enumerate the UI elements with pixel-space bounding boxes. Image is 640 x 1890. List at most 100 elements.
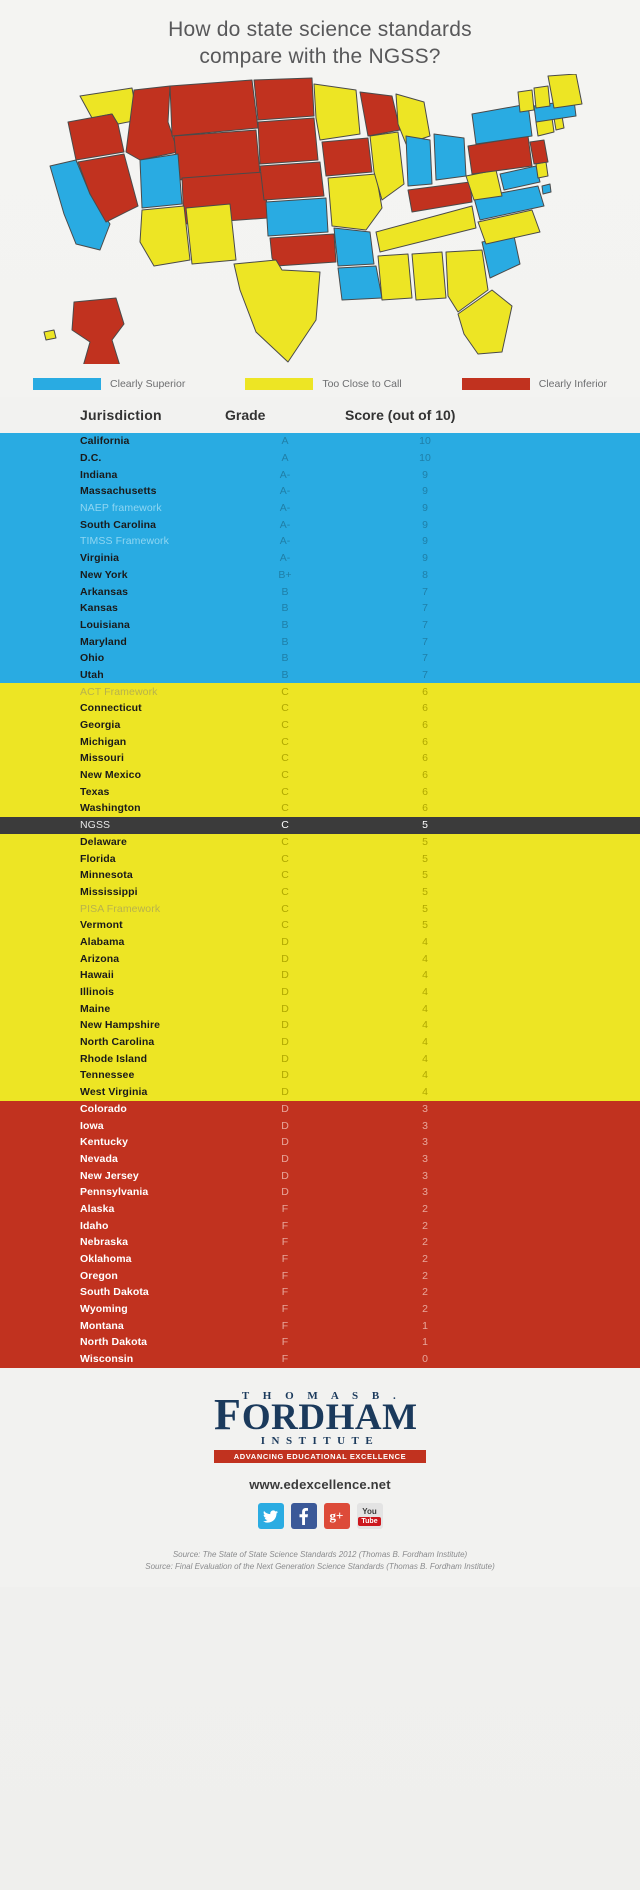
table-row: Kansas B 7 [0,600,640,617]
cell-jurisdiction: Virginia [80,552,120,565]
map-state-tn [375,205,477,253]
table-header-row: Jurisdiction Grade Score (out of 10) [0,397,640,433]
cell-score: 6 [422,802,428,815]
cell-score: 5 [422,819,428,832]
map-state-la [337,265,383,301]
cell-score: 2 [422,1219,428,1232]
cell-grade: A- [279,552,291,565]
facebook-icon[interactable] [290,1503,317,1530]
map-svg [43,74,583,364]
cell-score: 4 [422,1052,428,1065]
cell-grade: F [281,1269,289,1282]
facebook-f-glyph [299,1507,308,1525]
table-row: Minnesota C 5 [0,867,640,884]
cell-score: 6 [422,769,428,782]
cell-jurisdiction: Idaho [80,1219,109,1232]
cell-grade: D [281,952,289,965]
map-state-ak [71,297,125,364]
youtube-icon[interactable]: You Tube [356,1503,383,1530]
cell-jurisdiction: Alaska [80,1202,115,1215]
cell-grade: D [281,1002,289,1015]
map-state-me [547,74,583,109]
google-plus-glyph: g+ [329,1508,344,1524]
map-state-wi [359,91,401,137]
cell-score: 9 [422,468,428,481]
cell-grade: D [281,1186,289,1199]
cell-grade: B [281,602,289,615]
table-row: Connecticut C 6 [0,700,640,717]
cell-jurisdiction: ACT Framework [80,685,158,698]
cell-score: 10 [419,435,431,448]
cell-jurisdiction: Montana [80,1319,124,1332]
cell-score: 5 [422,902,428,915]
cell-jurisdiction: Washington [80,802,141,815]
cell-score: 4 [422,935,428,948]
table-row: Oklahoma F 2 [0,1251,640,1268]
table-row: Alaska F 2 [0,1201,640,1218]
table-row: California A 10 [0,433,640,450]
twitter-icon[interactable] [257,1503,284,1530]
column-header-grade: Grade [225,407,266,423]
rankings-table: Jurisdiction Grade Score (out of 10) Cal… [0,397,640,1368]
cell-grade: A- [279,485,291,498]
cell-jurisdiction: Wisconsin [80,1353,134,1366]
cell-score: 2 [422,1286,428,1299]
cell-grade: C [281,802,289,815]
cell-jurisdiction: New Mexico [80,769,142,782]
table-row: Hawaii D 4 [0,967,640,984]
cell-grade: C [281,769,289,782]
cell-jurisdiction: Oklahoma [80,1253,132,1266]
table-row: Maine D 4 [0,1000,640,1017]
legend-label-inferior: Clearly Inferior [538,378,607,390]
cell-jurisdiction: TIMSS Framework [80,535,170,548]
cell-jurisdiction: Nebraska [80,1236,129,1249]
google-plus-icon[interactable]: g+ [323,1503,350,1530]
map-state-ks [265,197,329,237]
table-row: Tennessee D 4 [0,1067,640,1084]
table-row: Alabama D 4 [0,934,640,951]
table-row: New York B+ 8 [0,567,640,584]
cell-grade: F [281,1286,289,1299]
table-row: Maryland B 7 [0,633,640,650]
table-row: ACT Framework C 6 [0,683,640,700]
cell-score: 3 [422,1186,428,1199]
map-state-tx [233,259,321,363]
us-choropleth-map [0,74,640,369]
website-url[interactable]: www.edexcellence.net [0,1477,640,1492]
legend-label-close: Too Close to Call [322,378,402,390]
map-state-ia [321,137,373,177]
youtube-tube-text: Tube [358,1517,381,1527]
cell-jurisdiction: Oregon [80,1269,118,1282]
cell-grade: A- [279,502,291,515]
fordham-logo: F T H O M A S B . ORDHAM INSTITUTE ADVAN… [214,1390,426,1464]
table-row: North Dakota F 1 [0,1334,640,1351]
cell-score: 4 [422,952,428,965]
table-band-clearly-superior: California A 10 D.C. A 10 Indiana A- 9 Massachuse… [0,433,640,684]
cell-jurisdiction: Kansas [80,602,118,615]
cell-score: 9 [422,485,428,498]
map-state-ok [269,233,337,267]
cell-score: 5 [422,919,428,932]
cell-jurisdiction: Maryland [80,635,127,648]
cell-grade: C [281,835,289,848]
cell-grade: D [281,1036,289,1049]
cell-score: 2 [422,1303,428,1316]
cell-score: 4 [422,986,428,999]
map-state-dc [541,183,552,195]
table-row: Florida C 5 [0,850,640,867]
cell-score: 5 [422,852,428,865]
cell-grade: B [281,585,289,598]
table-row: Mississippi C 5 [0,884,640,901]
cell-score: 9 [422,552,428,565]
cell-jurisdiction: Rhode Island [80,1052,148,1065]
logo-tagline: ADVANCING EDUCATIONAL EXCELLENCE [214,1450,426,1464]
cell-grade: D [281,1102,289,1115]
cell-jurisdiction: Iowa [80,1119,104,1132]
cell-score: 2 [422,1236,428,1249]
cell-score: 9 [422,502,428,515]
cell-score: 7 [422,668,428,681]
table-row: New Jersey D 3 [0,1167,640,1184]
cell-grade: D [281,1136,289,1149]
table-band-ngss: NGSS C 5 [0,816,640,834]
cell-score: 5 [422,869,428,882]
